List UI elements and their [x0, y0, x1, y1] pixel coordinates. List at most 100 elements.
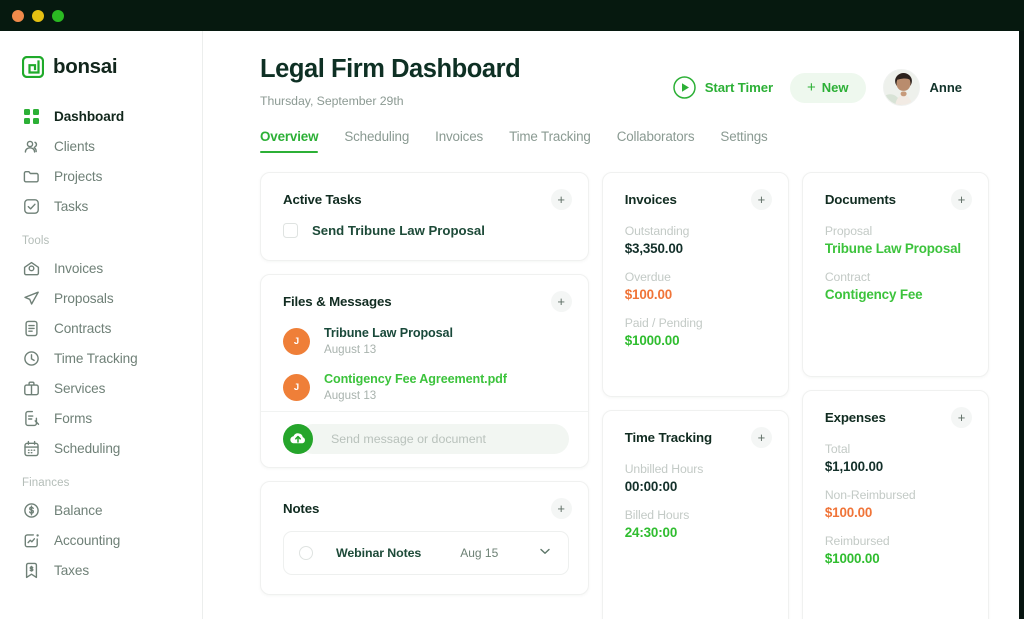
- invoice-icon: [22, 259, 41, 278]
- tab-bar: Overview Scheduling Invoices Time Tracki…: [203, 129, 1019, 153]
- window-minimize-button[interactable]: [32, 10, 44, 22]
- stat-group: Overdue $100.00: [625, 270, 768, 302]
- stat-group: Unbilled Hours 00:00:00: [625, 462, 768, 494]
- tax-bookmark-icon: [22, 561, 41, 580]
- stat-label: Billed Hours: [625, 508, 768, 522]
- add-task-button[interactable]: +: [551, 189, 572, 210]
- sidebar-item-dashboard[interactable]: Dashboard: [0, 101, 202, 131]
- dashboard-column-middle: Invoices + Outstanding $3,350.00 Overdue…: [602, 172, 789, 619]
- card-header: Documents +: [803, 173, 988, 210]
- stat-value[interactable]: Tribune Law Proposal: [825, 241, 968, 256]
- sidebar-item-proposals[interactable]: Proposals: [0, 283, 202, 313]
- list-item[interactable]: J Contigency Fee Agreement.pdf August 13: [283, 365, 588, 411]
- window-maximize-button[interactable]: [52, 10, 64, 22]
- card-header: Expenses +: [803, 391, 988, 428]
- add-note-button[interactable]: +: [551, 498, 572, 519]
- sidebar-item-invoices[interactable]: Invoices: [0, 253, 202, 283]
- note-radio[interactable]: [299, 546, 313, 560]
- add-file-button[interactable]: +: [551, 291, 572, 312]
- brand-logo[interactable]: bonsai: [0, 31, 202, 79]
- card-header: Time Tracking +: [603, 411, 788, 448]
- stat-label: Paid / Pending: [625, 316, 768, 330]
- stat-value: $3,350.00: [625, 241, 768, 256]
- tab-invoices[interactable]: Invoices: [435, 129, 483, 153]
- sidebar-item-label: Services: [54, 381, 105, 396]
- sidebar-item-forms[interactable]: Forms: [0, 403, 202, 433]
- sidebar: bonsai Dashboard: [0, 31, 203, 619]
- sidebar-item-label: Projects: [54, 169, 102, 184]
- window-close-button[interactable]: [12, 10, 24, 22]
- stat-value: $100.00: [625, 287, 768, 302]
- task-label: Send Tribune Law Proposal: [312, 223, 485, 238]
- cloud-upload-icon[interactable]: [283, 424, 313, 454]
- card-header: Notes +: [261, 482, 588, 519]
- card-notes: Notes + Webinar Notes Aug 15: [260, 481, 589, 595]
- sidebar-item-time-tracking[interactable]: Time Tracking: [0, 343, 202, 373]
- stat-group: Reimbursed $1000.00: [825, 534, 968, 566]
- list-item[interactable]: Webinar Notes Aug 15: [283, 531, 569, 575]
- sidebar-item-taxes[interactable]: Taxes: [0, 555, 202, 585]
- sidebar-item-label: Contracts: [54, 321, 111, 336]
- card-title: Notes: [283, 501, 319, 516]
- sidebar-item-tasks[interactable]: Tasks: [0, 191, 202, 221]
- new-button-label: New: [822, 80, 849, 95]
- sidebar-item-clients[interactable]: Clients: [0, 131, 202, 161]
- task-row[interactable]: Send Tribune Law Proposal: [261, 210, 588, 260]
- card-invoices: Invoices + Outstanding $3,350.00 Overdue…: [602, 172, 789, 397]
- sidebar-item-balance[interactable]: Balance: [0, 495, 202, 525]
- sidebar-group-label-finances: Finances: [0, 463, 202, 495]
- sidebar-item-scheduling[interactable]: Scheduling: [0, 433, 202, 463]
- card-expenses: Expenses + Total $1,100.00 Non-Reimburse…: [802, 390, 989, 619]
- tab-time-tracking[interactable]: Time Tracking: [509, 129, 591, 153]
- user-menu[interactable]: Anne: [883, 69, 963, 106]
- new-button[interactable]: + New: [790, 73, 866, 103]
- sidebar-item-label: Clients: [54, 139, 95, 154]
- calendar-icon: [22, 439, 41, 458]
- bonsai-spiral-logo-icon: [22, 56, 44, 78]
- window-body: bonsai Dashboard: [0, 31, 1019, 619]
- stat-group: Proposal Tribune Law Proposal: [825, 224, 968, 256]
- card-title: Active Tasks: [283, 192, 362, 207]
- sidebar-item-accounting[interactable]: Accounting: [0, 525, 202, 555]
- chevron-down-icon[interactable]: [538, 544, 552, 563]
- sidebar-item-label: Time Tracking: [54, 351, 138, 366]
- file-date: August 13: [324, 389, 507, 402]
- list-item[interactable]: J Tribune Law Proposal August 13: [283, 319, 588, 365]
- tab-scheduling[interactable]: Scheduling: [344, 129, 409, 153]
- dashboard-column-left: Active Tasks + Send Tribune Law Proposal…: [260, 172, 589, 595]
- stat-value: $100.00: [825, 505, 968, 520]
- message-input[interactable]: [298, 424, 569, 454]
- start-timer-button[interactable]: Start Timer: [673, 76, 773, 99]
- sidebar-item-label: Taxes: [54, 563, 89, 578]
- card-title: Documents: [825, 192, 896, 207]
- tab-settings[interactable]: Settings: [720, 129, 767, 153]
- note-date: Aug 15: [460, 546, 498, 560]
- sidebar-item-label: Scheduling: [54, 441, 120, 456]
- add-document-button[interactable]: +: [951, 189, 972, 210]
- card-active-tasks: Active Tasks + Send Tribune Law Proposal: [260, 172, 589, 261]
- sidebar-item-contracts[interactable]: Contracts: [0, 313, 202, 343]
- document-icon: [22, 319, 41, 338]
- add-expense-button[interactable]: +: [951, 407, 972, 428]
- stat-value: $1,100.00: [825, 459, 968, 474]
- start-timer-label: Start Timer: [705, 80, 773, 95]
- card-files-messages: Files & Messages + J Tribune Law Proposa…: [260, 274, 589, 468]
- sidebar-nav: Dashboard Clients: [0, 101, 202, 585]
- stat-label: Proposal: [825, 224, 968, 238]
- tab-overview[interactable]: Overview: [260, 129, 318, 153]
- stat-label: Contract: [825, 270, 968, 284]
- add-invoice-button[interactable]: +: [751, 189, 772, 210]
- stat-label: Unbilled Hours: [625, 462, 768, 476]
- add-time-entry-button[interactable]: +: [751, 427, 772, 448]
- sidebar-item-projects[interactable]: Projects: [0, 161, 202, 191]
- document-stats: Proposal Tribune Law Proposal Contract C…: [803, 210, 988, 376]
- stat-value[interactable]: Contigency Fee: [825, 287, 968, 302]
- stat-group: Contract Contigency Fee: [825, 270, 968, 302]
- note-title: Webinar Notes: [336, 546, 421, 560]
- file-name[interactable]: Contigency Fee Agreement.pdf: [324, 372, 507, 386]
- main-content: Legal Firm Dashboard Thursday, September…: [203, 31, 1019, 619]
- sidebar-item-services[interactable]: Services: [0, 373, 202, 403]
- folder-icon: [22, 167, 41, 186]
- task-checkbox[interactable]: [283, 223, 298, 238]
- tab-collaborators[interactable]: Collaborators: [617, 129, 695, 153]
